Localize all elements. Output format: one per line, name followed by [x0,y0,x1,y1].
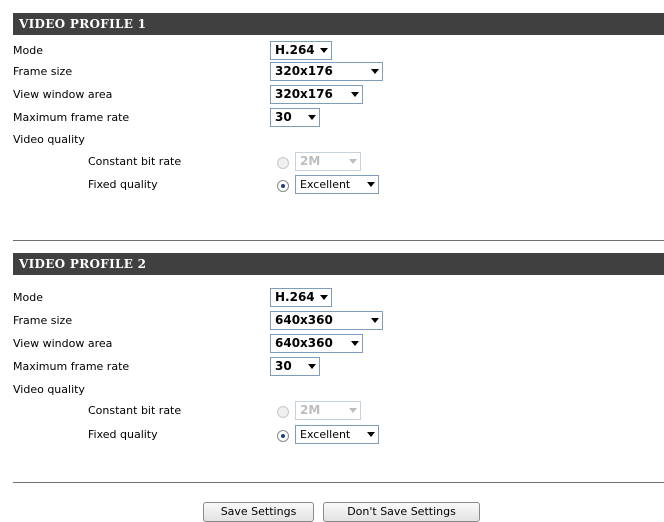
p1-mode-value: H.264 [275,43,315,57]
p2-fixed-quality-value: Excellent [300,428,351,441]
p2-max-frame-rate-select[interactable]: 30 [270,357,320,376]
p1-fixed-quality-radio[interactable] [277,180,289,192]
p2-view-window-select[interactable]: 640x360 [270,334,363,353]
p1-view-window-label: View window area [13,88,113,101]
video-profile-1-section: VIDEO PROFILE 1 [13,13,664,35]
chevron-down-icon [371,69,379,74]
p1-fixed-quality-value: Excellent [300,178,351,191]
p1-frame-size-value: 320x176 [275,64,333,78]
p1-mode-label: Mode [13,44,43,57]
p2-mode-label: Mode [13,291,43,304]
dont-save-settings-button[interactable]: Don't Save Settings [323,502,480,522]
p1-frame-size-select[interactable]: 320x176 [270,62,383,81]
p2-cbr-label: Constant bit rate [88,404,182,417]
p1-cbr-radio[interactable] [277,157,289,169]
p2-view-window-value: 640x360 [275,336,333,350]
profile-divider-1 [13,240,664,241]
p1-cbr-label: Constant bit rate [88,155,182,168]
profile-divider-2 [13,482,664,483]
p1-max-frame-rate-value: 30 [275,110,292,124]
p1-view-window-value: 320x176 [275,87,333,101]
p2-max-frame-rate-label: Maximum frame rate [13,360,130,373]
p2-video-quality-label: Video quality [13,383,85,396]
p2-cbr-radio[interactable] [277,406,289,418]
p1-view-window-select[interactable]: 320x176 [270,85,363,104]
p2-max-frame-rate-value: 30 [275,359,292,373]
chevron-down-icon [351,341,359,346]
p2-frame-size-select[interactable]: 640x360 [270,311,383,330]
chevron-down-icon [367,432,375,437]
save-settings-button[interactable]: Save Settings [203,502,314,522]
p2-mode-value: H.264 [275,290,315,304]
p1-max-frame-rate-select[interactable]: 30 [270,108,320,127]
chevron-down-icon [308,364,316,369]
p2-mode-select[interactable]: H.264 [270,288,332,307]
chevron-down-icon [349,408,357,413]
chevron-down-icon [320,48,328,53]
p1-max-frame-rate-label: Maximum frame rate [13,111,130,124]
p2-cbr-value: 2M [300,403,321,417]
p2-fixed-quality-select[interactable]: Excellent [295,425,379,444]
p1-video-quality-label: Video quality [13,133,85,146]
chevron-down-icon [371,318,379,323]
p2-fixed-quality-label: Fixed quality [88,428,158,441]
p1-mode-select[interactable]: H.264 [270,41,332,60]
video-profile-1-header: VIDEO PROFILE 1 [13,13,664,35]
chevron-down-icon [320,295,328,300]
p2-view-window-label: View window area [13,337,113,350]
p2-fixed-quality-radio[interactable] [277,430,289,442]
p2-frame-size-label: Frame size [13,314,73,327]
chevron-down-icon [351,92,359,97]
p1-cbr-select[interactable]: 2M [295,152,361,171]
chevron-down-icon [349,159,357,164]
p1-fixed-quality-select[interactable]: Excellent [295,175,379,194]
p2-cbr-select[interactable]: 2M [295,401,361,420]
p2-frame-size-value: 640x360 [275,313,333,327]
p1-frame-size-label: Frame size [13,65,73,78]
p1-cbr-value: 2M [300,154,321,168]
video-profile-2-header: VIDEO PROFILE 2 [13,253,664,275]
video-profile-2-section: VIDEO PROFILE 2 [13,253,664,275]
p1-fixed-quality-label: Fixed quality [88,178,158,191]
chevron-down-icon [367,182,375,187]
chevron-down-icon [308,115,316,120]
